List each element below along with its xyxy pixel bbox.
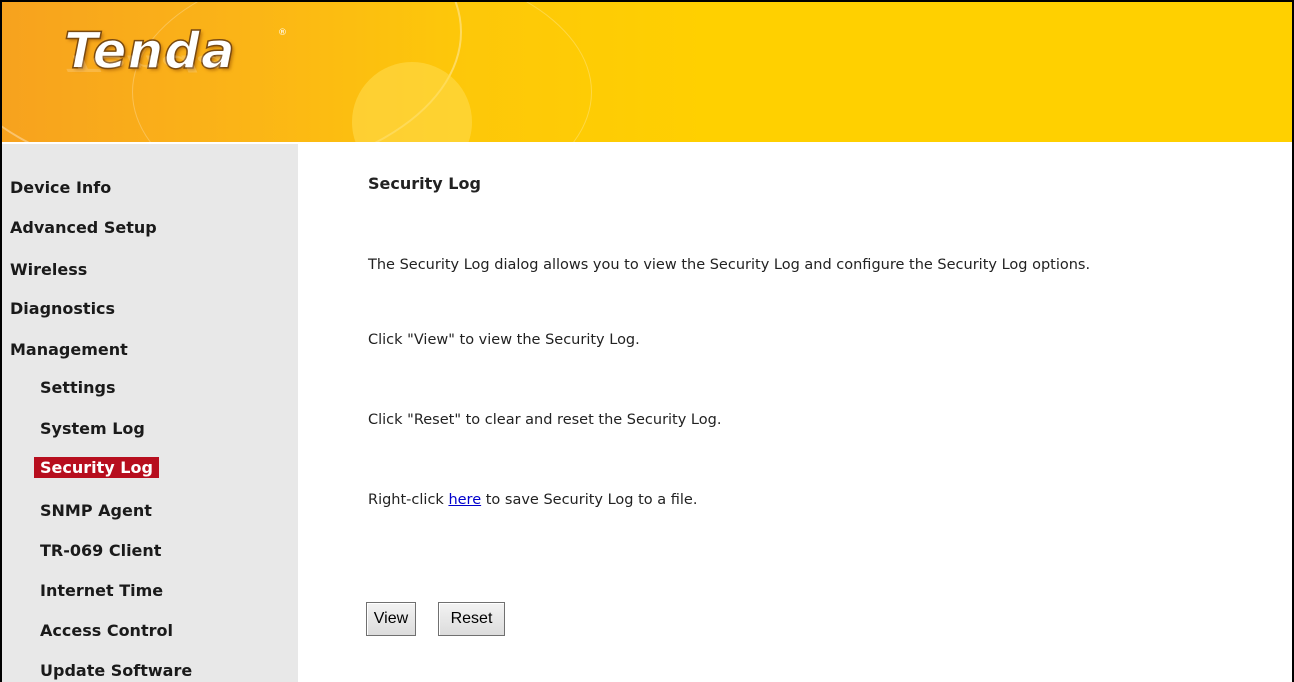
sidebar-item-access-control[interactable]: Access Control — [40, 621, 173, 640]
main-content: Security Log The Security Log dialog all… — [300, 144, 1292, 682]
sidebar-item-wireless[interactable]: Wireless — [10, 260, 87, 279]
header-banner: Tenda ® Tenda — [2, 2, 1292, 142]
router-admin-frame: Tenda ® Tenda Device Info Advanced Setup… — [0, 0, 1294, 682]
logo-reflection: Tenda — [64, 49, 231, 76]
sidebar-item-update-software[interactable]: Update Software — [40, 661, 192, 680]
view-button[interactable]: View — [366, 602, 416, 636]
page-title: Security Log — [368, 174, 481, 193]
sidebar-item-security-log[interactable]: Security Log — [34, 457, 159, 478]
trademark-symbol: ® — [278, 28, 287, 38]
reset-hint-text: Click "Reset" to clear and reset the Sec… — [368, 412, 722, 428]
save-log-link[interactable]: here — [448, 492, 481, 508]
description-text: The Security Log dialog allows you to vi… — [368, 257, 1091, 273]
save-hint-suffix: to save Security Log to a file. — [481, 492, 698, 508]
sidebar-item-diagnostics[interactable]: Diagnostics — [10, 299, 115, 318]
sidebar-item-snmp-agent[interactable]: SNMP Agent — [40, 501, 152, 520]
save-hint-prefix: Right-click — [368, 492, 449, 508]
sidebar-nav: Device Info Advanced Setup Wireless Diag… — [2, 144, 298, 682]
sidebar-item-internet-time[interactable]: Internet Time — [40, 581, 163, 600]
sidebar-item-tr069-client[interactable]: TR-069 Client — [40, 541, 161, 560]
reset-button[interactable]: Reset — [438, 602, 505, 636]
sidebar-item-management[interactable]: Management — [10, 340, 128, 359]
sidebar-item-settings[interactable]: Settings — [40, 378, 116, 397]
sidebar-item-system-log[interactable]: System Log — [40, 419, 145, 438]
view-hint-text: Click "View" to view the Security Log. — [368, 332, 640, 348]
save-hint-text: Right-click here to save Security Log to… — [368, 492, 697, 508]
sidebar-item-device-info[interactable]: Device Info — [10, 178, 111, 197]
sidebar-item-advanced-setup[interactable]: Advanced Setup — [10, 218, 157, 237]
